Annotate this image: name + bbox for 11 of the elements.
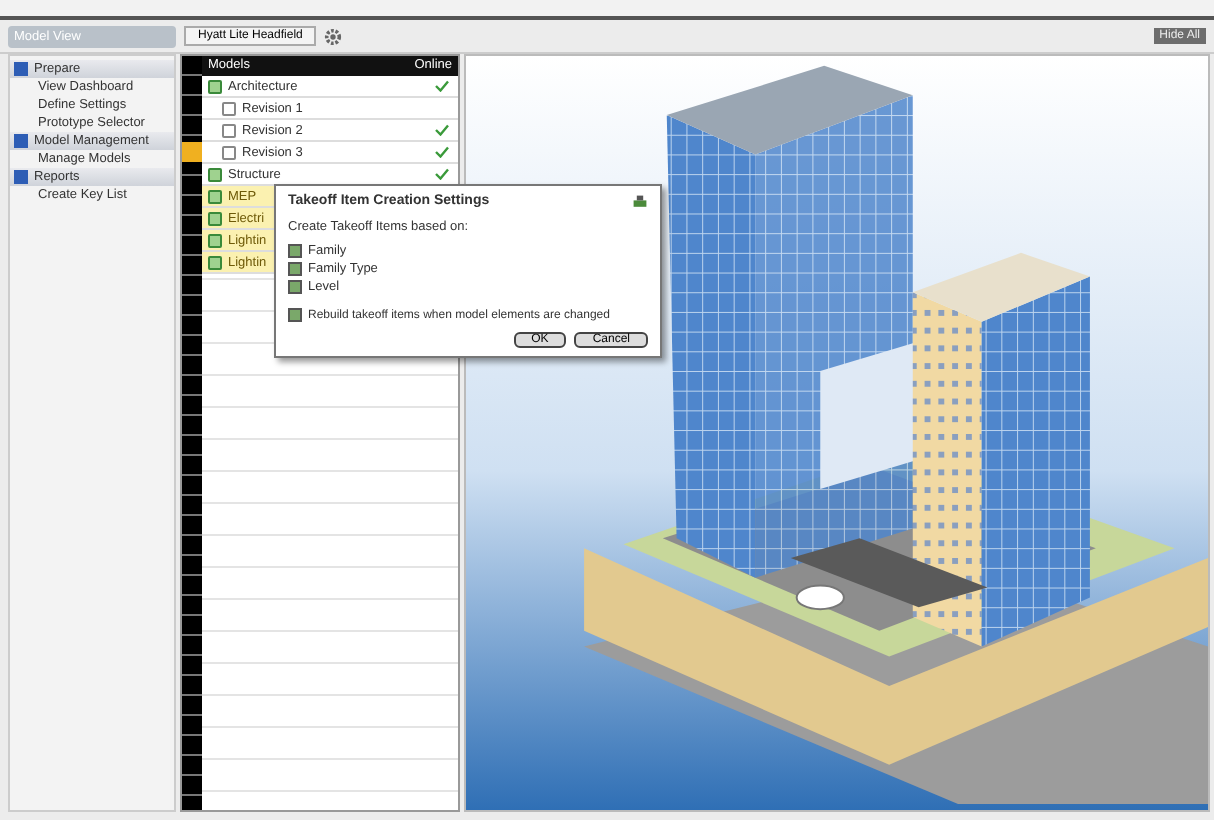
check-icon	[434, 80, 450, 92]
section-icon	[14, 170, 28, 184]
checkbox[interactable]	[288, 280, 302, 294]
checkbox[interactable]	[288, 262, 302, 276]
checkbox[interactable]	[288, 308, 302, 322]
section-icon	[14, 62, 28, 76]
checkbox[interactable]	[288, 244, 302, 258]
section-icon	[14, 134, 28, 148]
model-icon	[208, 79, 222, 93]
printer-icon	[632, 194, 648, 210]
settings-icon[interactable]	[324, 27, 343, 45]
